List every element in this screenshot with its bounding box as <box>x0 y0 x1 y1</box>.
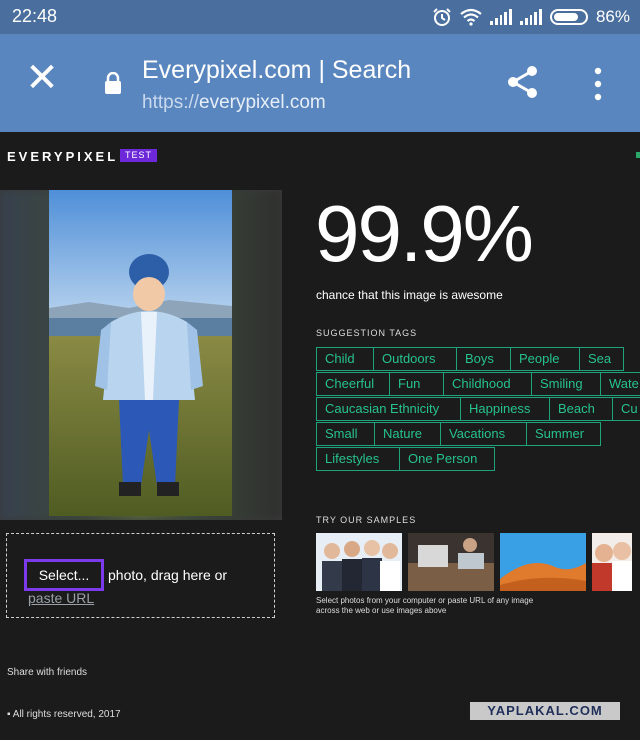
samples-note: Select photos from your computer or past… <box>316 596 534 615</box>
page-title: Everypixel.com | Search <box>142 56 412 84</box>
tag-fun[interactable]: Fun <box>389 372 444 396</box>
everypixel-logo[interactable]: EVERYPIXEL <box>7 149 118 164</box>
url-scheme: https:// <box>142 92 200 113</box>
tag-small[interactable]: Small <box>316 422 375 446</box>
uploaded-photo <box>49 190 232 516</box>
dropzone-text: photo, drag here or <box>108 567 228 583</box>
status-icons: 86% <box>432 6 630 28</box>
tag-sea[interactable]: Sea <box>579 347 624 371</box>
tag-happiness[interactable]: Happiness <box>460 397 550 421</box>
tag-water[interactable]: Wate <box>600 372 640 396</box>
upload-dropzone[interactable]: Select... photo, drag here or paste URL <box>6 533 275 618</box>
tag-vacations[interactable]: Vacations <box>440 422 527 446</box>
tag-boys[interactable]: Boys <box>456 347 511 371</box>
lock-icon <box>105 72 121 94</box>
tag-beach[interactable]: Beach <box>549 397 613 421</box>
share-with-friends[interactable]: Share with friends <box>7 667 87 678</box>
tag-summer[interactable]: Summer <box>526 422 601 446</box>
select-photo-button[interactable]: Select... <box>24 559 104 591</box>
more-vert-icon[interactable] <box>590 66 606 102</box>
suggestion-tags-heading: SUGGESTION TAGS <box>316 328 418 338</box>
tag-child[interactable]: Child <box>316 347 374 371</box>
tag-lifestyles[interactable]: Lifestyles <box>316 447 400 471</box>
edge-mark <box>636 152 640 158</box>
tag-caucasian-ethnicity[interactable]: Caucasian Ethnicity <box>316 397 461 421</box>
paste-url-link[interactable]: paste URL <box>28 590 94 606</box>
share-icon[interactable] <box>505 64 541 100</box>
sample-office-desk[interactable] <box>408 533 494 591</box>
awesome-score: 99.9% <box>315 189 534 278</box>
page-content: EVERYPIXEL TEST Select... photo, drag he… <box>0 132 640 740</box>
wifi-icon <box>460 8 482 26</box>
copyright-text: ▪ All rights reserved, 2017 <box>7 709 121 720</box>
samples-heading: TRY OUR SAMPLES <box>316 515 417 525</box>
sample-business-people[interactable] <box>316 533 402 591</box>
tag-nature[interactable]: Nature <box>374 422 441 446</box>
tag-cu[interactable]: Cu <box>612 397 640 421</box>
signal-icon <box>519 9 542 25</box>
uploaded-photo-preview <box>0 190 282 520</box>
url-host: everypixel.com <box>199 92 326 113</box>
status-bar: 22:48 86% <box>0 0 640 34</box>
battery-icon <box>549 9 588 25</box>
copyright-label: All rights reserved, 2017 <box>12 709 121 720</box>
tag-one-person[interactable]: One Person <box>399 447 495 471</box>
sample-desert-dunes[interactable] <box>500 533 586 591</box>
watermark: YAPLAKAL.COM <box>470 702 620 720</box>
suggestion-tags: Child Outdoors Boys People Sea Cheerful … <box>316 347 640 472</box>
tag-smiling[interactable]: Smiling <box>531 372 601 396</box>
browser-toolbar: ✕ Everypixel.com | Search https://everyp… <box>0 34 640 132</box>
battery-percent: 86% <box>595 7 630 26</box>
close-icon[interactable]: ✕ <box>24 58 60 98</box>
tag-childhood[interactable]: Childhood <box>443 372 532 396</box>
test-badge: TEST <box>120 149 158 162</box>
tag-people[interactable]: People <box>510 347 580 371</box>
url-bar[interactable]: https://everypixel.com <box>142 92 326 114</box>
signal-icon <box>489 9 512 25</box>
score-caption: chance that this image is awesome <box>316 288 503 302</box>
status-time: 22:48 <box>12 6 58 26</box>
tag-cheerful[interactable]: Cheerful <box>316 372 390 396</box>
alarm-icon <box>433 8 451 26</box>
sample-smiling-people[interactable] <box>592 533 632 591</box>
tag-outdoors[interactable]: Outdoors <box>373 347 457 371</box>
